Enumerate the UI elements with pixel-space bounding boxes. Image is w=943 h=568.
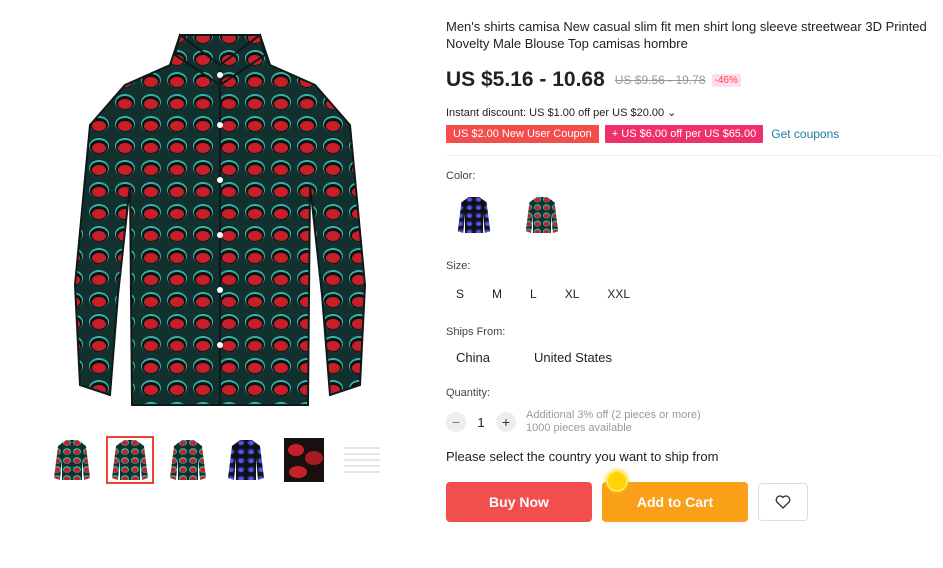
availability-note: 1000 pieces available <box>526 422 632 434</box>
thumbnail-5[interactable] <box>280 436 328 484</box>
ship-option-united-states[interactable]: United States <box>524 350 612 365</box>
ship-option-china[interactable]: China <box>446 350 490 365</box>
bulk-discount-note: Additional 3% off (2 pieces or more) <box>526 409 701 421</box>
color-option-blue[interactable] <box>452 190 496 240</box>
color-label: Color: <box>446 170 476 182</box>
new-user-coupon[interactable]: US $2.00 New User Coupon <box>446 125 599 143</box>
thumbnail-4[interactable] <box>222 436 270 484</box>
main-product-image[interactable] <box>60 25 380 415</box>
size-option-xl[interactable]: XL <box>551 284 594 304</box>
discount-badge: -46% <box>711 73 741 87</box>
add-to-cart-button[interactable]: Add to Cart <box>602 470 748 522</box>
instant-discount[interactable]: Instant discount: US $1.00 off per US $2… <box>446 106 936 119</box>
original-price: US $9.56 - 19.78 <box>614 73 706 87</box>
add-to-cart-label: Add to Cart <box>636 494 714 510</box>
price-row: US $5.16 - 10.68 US $9.56 - 19.78 -46% <box>446 68 936 92</box>
thumbnail-strip <box>48 436 396 484</box>
quantity-label: Quantity: <box>446 387 491 399</box>
thumbnail-2[interactable] <box>106 436 154 484</box>
price: US $5.16 - 10.68 <box>446 68 605 91</box>
product-title: Men's shirts camisa New casual slim fit … <box>446 19 927 51</box>
quantity-minus-button[interactable]: − <box>446 412 466 432</box>
thumbnail-3[interactable] <box>164 436 212 484</box>
size-option-s[interactable]: S <box>446 284 478 304</box>
ship-country-note: Please select the country you want to sh… <box>446 449 719 464</box>
coupon-row: US $2.00 New User Coupon + US $6.00 off … <box>446 125 936 143</box>
color-options <box>452 190 936 240</box>
cursor-indicator <box>606 470 628 492</box>
quantity-plus-button[interactable]: + <box>496 412 516 432</box>
shirt-image <box>73 33 367 406</box>
size-options: S M L XL XXL <box>446 284 936 304</box>
wishlist-button[interactable] <box>758 483 808 521</box>
quantity-stepper: − 1 + Additional 3% off (2 pieces or mor… <box>446 409 936 435</box>
divider <box>446 155 941 156</box>
size-label: Size: <box>446 260 471 272</box>
store-coupon[interactable]: + US $6.00 off per US $65.00 <box>604 125 764 143</box>
ships-from-label: Ships From: <box>446 326 506 338</box>
heart-icon <box>775 495 791 509</box>
thumbnail-6[interactable] <box>338 436 386 484</box>
size-option-l[interactable]: L <box>516 284 551 304</box>
size-option-m[interactable]: M <box>478 284 516 304</box>
thumbnail-1[interactable] <box>48 436 96 484</box>
ships-from-options: China United States <box>446 350 936 365</box>
color-option-red[interactable] <box>520 190 564 240</box>
product-details: Men's shirts camisa New casual slim fit … <box>446 18 941 522</box>
buy-now-button[interactable]: Buy Now <box>446 482 592 522</box>
action-buttons: Buy Now Add to Cart <box>446 470 936 522</box>
get-coupons-link[interactable]: Get coupons <box>771 127 839 141</box>
quantity-value[interactable]: 1 <box>466 415 496 430</box>
quantity-note: Additional 3% off (2 pieces or more) 100… <box>526 409 701 435</box>
size-option-xxl[interactable]: XXL <box>593 284 644 304</box>
